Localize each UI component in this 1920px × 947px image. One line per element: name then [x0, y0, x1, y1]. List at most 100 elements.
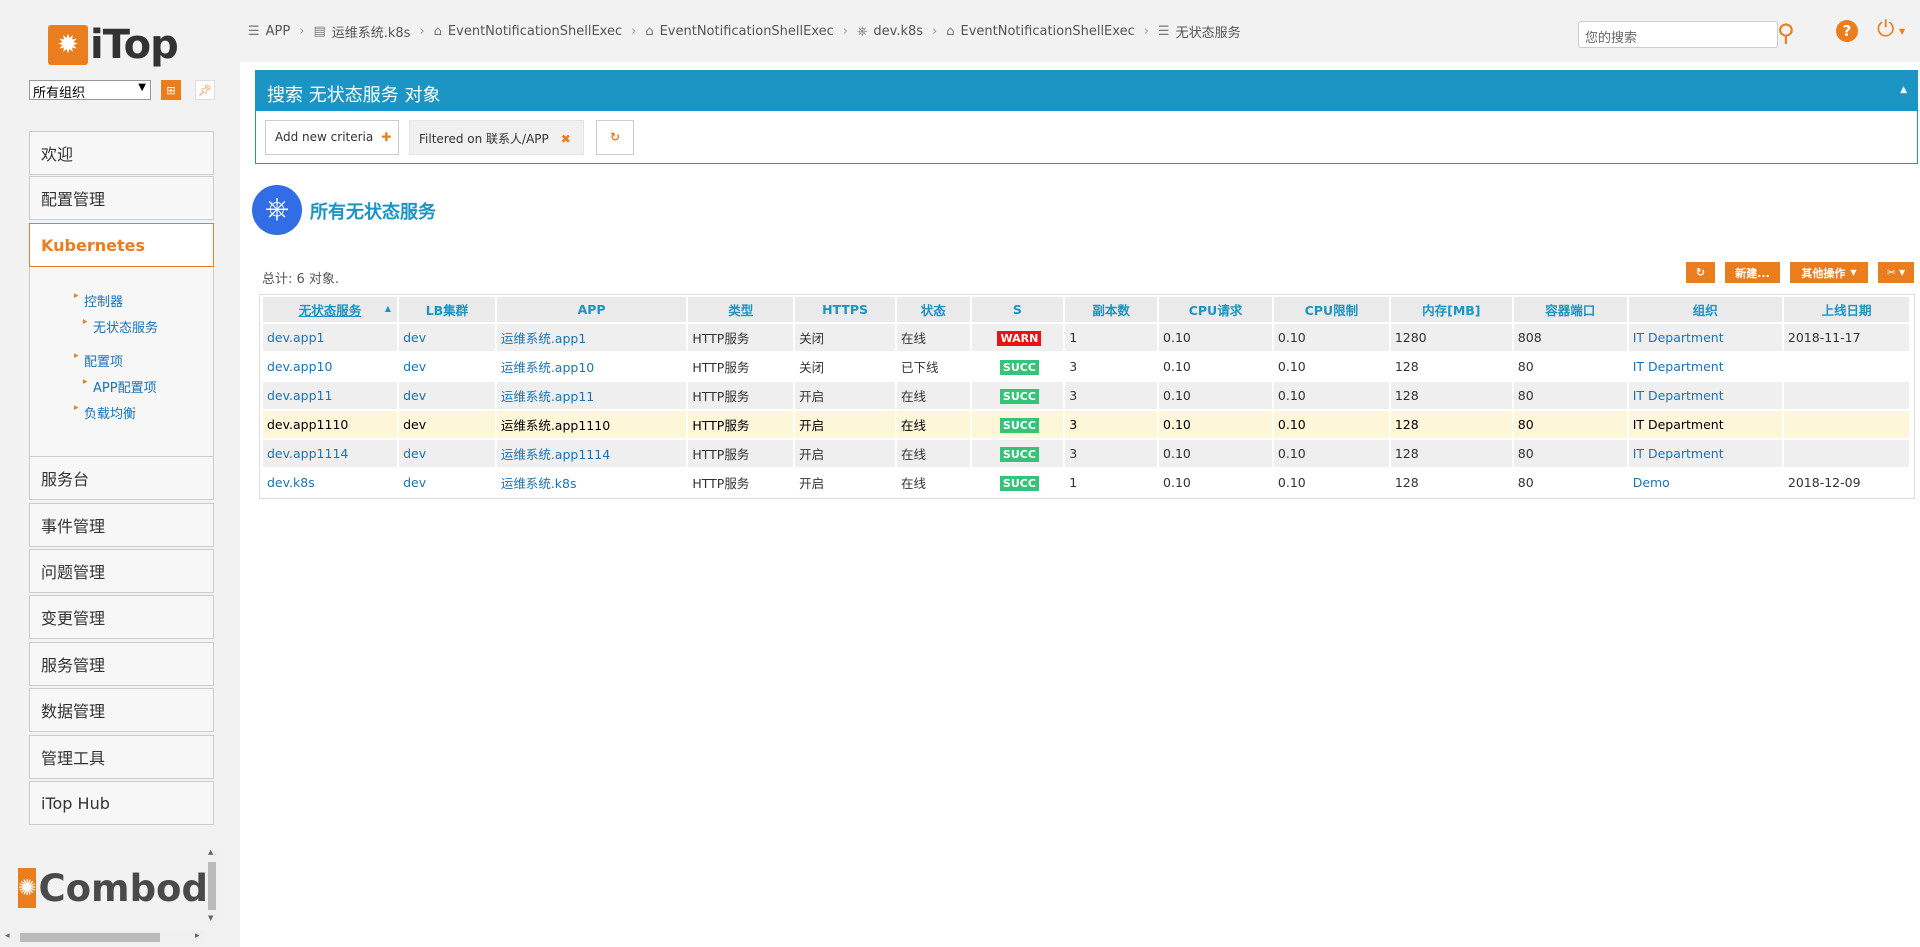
submenu-app-config-item[interactable]: ▸ APP配置项 — [83, 377, 157, 396]
cell-name-value[interactable]: dev.k8s — [267, 475, 315, 490]
new-button[interactable]: 新建... — [1725, 262, 1780, 283]
refresh-button[interactable]: ↻ — [1686, 262, 1715, 283]
menu-data-management[interactable]: 数据管理 — [29, 688, 214, 732]
scroll-right-icon[interactable]: ▸ — [195, 931, 200, 941]
cell-app-value[interactable]: 运维系统.app10 — [501, 360, 594, 375]
menu-incident-management[interactable]: 事件管理 — [29, 503, 214, 547]
search-panel-header[interactable]: 搜索 无状态服务 对象 ▲ — [256, 71, 1917, 111]
cell-lb-cluster-value[interactable]: dev — [403, 388, 426, 403]
breadcrumb-item[interactable]: ⎈ dev.k8s — [857, 24, 923, 39]
sidebar-horizontal-scrollbar[interactable]: ◂ ▸ — [0, 930, 205, 944]
menu-admin-tools[interactable]: 管理工具 — [29, 735, 214, 779]
menu-change-management[interactable]: 变更管理 — [29, 595, 214, 639]
collapse-icon[interactable]: ▲ — [1900, 85, 1907, 95]
column-header-cpu-request[interactable]: CPU请求 — [1159, 297, 1272, 322]
cell-cpu-limit: 0.10 — [1273, 324, 1389, 351]
cell-org-value[interactable]: IT Department — [1633, 417, 1724, 432]
scroll-down-icon[interactable]: ▼ — [208, 914, 213, 922]
scrollbar-thumb[interactable] — [20, 933, 160, 942]
breadcrumb-item[interactable]: ☰ 无状态服务 — [1158, 22, 1241, 41]
cell-app-value[interactable]: 运维系统.app1114 — [501, 447, 610, 462]
cell-lb-cluster-value[interactable]: dev — [403, 475, 426, 490]
other-actions-button[interactable]: 其他操作 ▼ — [1790, 262, 1868, 283]
filter-criteria-tag[interactable]: Filtered on 联系人/APP ✖ — [409, 120, 584, 155]
tools-button[interactable]: ✂ ▼ — [1878, 262, 1914, 283]
pin-button[interactable]: 📌︎ — [195, 80, 215, 100]
cell-name-value[interactable]: dev.app10 — [267, 359, 332, 374]
column-header-s[interactable]: S — [971, 297, 1064, 322]
refresh-search-button[interactable]: ↻ — [596, 120, 634, 155]
sidebar-vertical-scrollbar[interactable]: ▲ ▼ — [206, 848, 218, 926]
cell-lb-cluster-value[interactable]: dev — [403, 417, 426, 432]
breadcrumb-item[interactable]: ⌂ EventNotificationShellExec — [946, 24, 1134, 39]
org-tree-button[interactable]: ⊞ — [161, 80, 181, 100]
global-search-input[interactable]: 您的搜索 — [1578, 21, 1778, 48]
scroll-left-icon[interactable]: ◂ — [5, 931, 10, 941]
itop-logo[interactable]: ✹ iTop — [48, 22, 179, 68]
table-row[interactable]: dev.app1114 dev 运维系统.app1114 HTTP服务 开启 在线 SUCC… — [263, 440, 1909, 467]
table-row[interactable]: dev.app1110 dev 运维系统.app1110 HTTP服务 开启 在线 SUCC… — [263, 411, 1909, 438]
column-header-app[interactable]: APP — [496, 297, 687, 322]
cell-lb-cluster-value[interactable]: dev — [403, 446, 426, 461]
menu-problem-management[interactable]: 问题管理 — [29, 549, 214, 593]
cell-name-value[interactable]: dev.app1 — [267, 330, 325, 345]
column-header-container-port[interactable]: 容器端口 — [1513, 297, 1627, 322]
cell-container-port-value: 80 — [1517, 388, 1534, 403]
menu-service-desk[interactable]: 服务台 — [29, 456, 214, 500]
cell-name-value[interactable]: dev.app1114 — [267, 446, 348, 461]
breadcrumb-item[interactable]: ☰ APP — [248, 24, 290, 39]
status-badge: SUCC — [999, 359, 1039, 375]
cell-name-value[interactable]: dev.app1110 — [267, 417, 348, 432]
cell-app-value[interactable]: 运维系统.app1110 — [501, 418, 610, 433]
menu-config-management[interactable]: 配置管理 — [29, 176, 214, 220]
cell-app-value[interactable]: 运维系统.app11 — [501, 389, 594, 404]
add-criteria-button[interactable]: Add new criteria ✚ — [265, 120, 399, 155]
table-row[interactable]: dev.app1 dev 运维系统.app1 HTTP服务 关闭 在线 WARN 1 0.10 0… — [263, 324, 1909, 351]
cell-name-value[interactable]: dev.app11 — [267, 388, 332, 403]
cell-app-value[interactable]: 运维系统.app1 — [501, 331, 586, 346]
menu-kubernetes[interactable]: Kubernetes — [29, 223, 214, 267]
cell-org-value[interactable]: IT Department — [1633, 359, 1724, 374]
column-header-cpu-limit[interactable]: CPU限制 — [1273, 297, 1389, 322]
cell-org-value[interactable]: Demo — [1633, 475, 1670, 490]
column-header-status[interactable]: 状态 — [896, 297, 970, 322]
submenu-load-balancer[interactable]: ▸ 负载均衡 — [74, 403, 136, 422]
submenu-config-item[interactable]: ▸ 配置项 — [74, 351, 123, 370]
scroll-up-icon[interactable]: ▲ — [208, 848, 213, 856]
menu-service-management[interactable]: 服务管理 — [29, 642, 214, 686]
org-select[interactable]: 所有组织 ▼ — [29, 80, 151, 101]
cell-app: 运维系统.k8s — [496, 469, 687, 496]
menu-welcome[interactable]: 欢迎 — [29, 131, 214, 175]
submenu-controller[interactable]: ▸ 控制器 — [74, 291, 123, 310]
column-header-type[interactable]: 类型 — [688, 297, 794, 322]
cell-app-value[interactable]: 运维系统.k8s — [501, 476, 577, 491]
help-icon[interactable]: ? — [1836, 20, 1858, 42]
column-header-org[interactable]: 组织 — [1628, 297, 1782, 322]
table-row[interactable]: dev.app10 dev 运维系统.app10 HTTP服务 关闭 已下线 SUCC 3 0.… — [263, 353, 1909, 380]
search-icon[interactable]: ⚲ — [1777, 19, 1795, 47]
table-row[interactable]: dev.app11 dev 运维系统.app11 HTTP服务 开启 在线 SUCC 3 0.1… — [263, 382, 1909, 409]
menu-itop-hub[interactable]: iTop Hub — [29, 781, 214, 825]
close-icon[interactable]: ✖ — [561, 132, 571, 146]
column-header-memory[interactable]: 内存[MB] — [1390, 297, 1512, 322]
column-header-lb[interactable]: LB集群 — [399, 297, 495, 322]
breadcrumb-item[interactable]: ▤ 运维系统.k8s — [313, 22, 410, 41]
submenu-stateless-service[interactable]: ▸ 无状态服务 — [83, 317, 158, 336]
table-row[interactable]: dev.k8s dev 运维系统.k8s HTTP服务 开启 在线 SUCC 1 0.10 0.1… — [263, 469, 1909, 496]
column-header-name[interactable]: 无状态服务 ▲ — [263, 297, 398, 322]
column-header-replicas[interactable]: 副本数 — [1065, 297, 1158, 322]
scrollbar-thumb[interactable] — [208, 862, 216, 910]
cell-lb-cluster-value[interactable]: dev — [403, 330, 426, 345]
column-header-go-live-date[interactable]: 上线日期 — [1783, 297, 1909, 322]
power-icon[interactable]: ⏻ — [1877, 17, 1894, 42]
combodo-logo[interactable]: ✺ Combodo — [18, 866, 212, 910]
breadcrumb-item[interactable]: ⌂ EventNotificationShellExec — [645, 24, 833, 39]
cell-lb-cluster-value[interactable]: dev — [403, 359, 426, 374]
column-header-https[interactable]: HTTPS — [795, 297, 895, 322]
cell-app: 运维系统.app10 — [496, 353, 687, 380]
cell-org-value[interactable]: IT Department — [1633, 388, 1724, 403]
breadcrumb-item[interactable]: ⌂ EventNotificationShellExec — [434, 24, 622, 39]
chevron-down-icon[interactable]: ▼ — [1899, 27, 1905, 36]
cell-org-value[interactable]: IT Department — [1633, 446, 1724, 461]
cell-org-value[interactable]: IT Department — [1633, 330, 1724, 345]
